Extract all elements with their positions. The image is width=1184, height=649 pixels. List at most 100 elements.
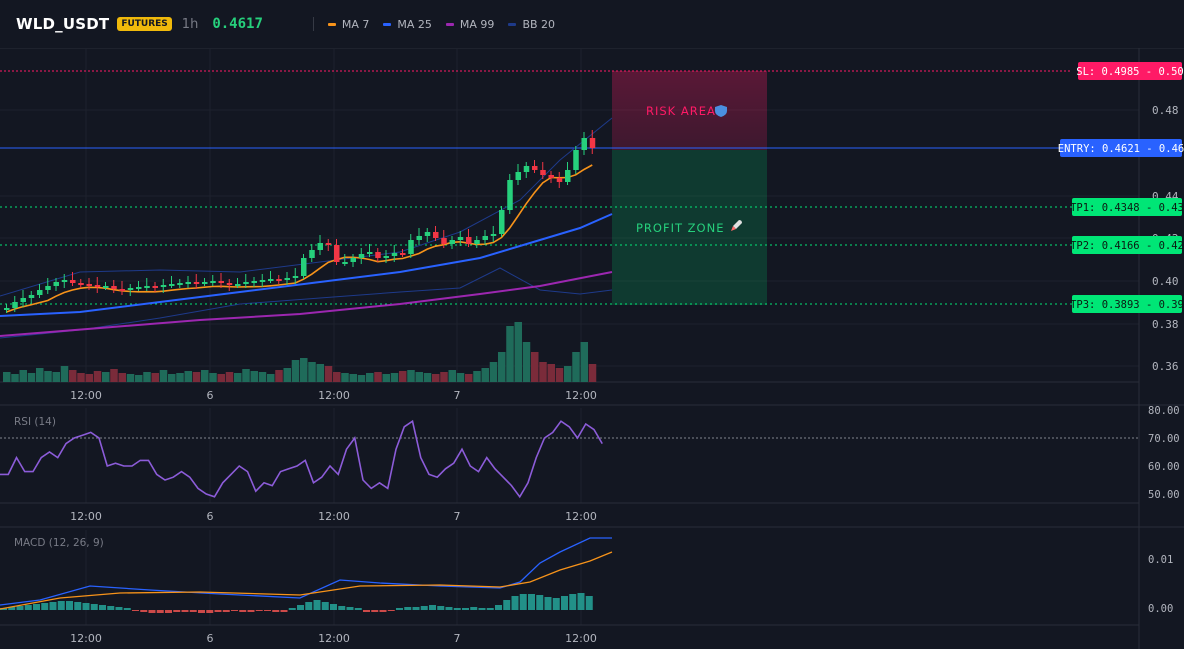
volume-bar [201,370,209,382]
volume-bar [481,368,489,382]
tp1-price-label[interactable]: TP1: 0.4348 - 0.43 [1070,198,1184,216]
price-tick: 0.36 [1152,360,1179,373]
macd-axis: 0.01 0.00 [1148,554,1173,615]
macd-bar [453,608,461,610]
candle-body [325,243,332,245]
candle-body [70,280,76,283]
tp3-label-text: TP3: 0.3893 - 0.39 [1070,299,1184,311]
candle-body [103,286,109,288]
volume-bar [275,370,283,382]
volume-bar [522,342,531,382]
macd-bar [585,596,593,610]
volume-bar [390,373,399,382]
candle-body [86,284,92,286]
macd-bar [222,610,230,612]
macd-bar [57,601,65,610]
macd-bar [214,610,222,612]
volume-bar [580,342,588,382]
macd-bar [173,610,181,612]
time-tick: 12:00 [565,632,597,645]
candle-body [383,256,389,258]
candle-body [136,287,142,289]
candle-body [251,281,257,283]
entry-label-text: ENTRY: 0.4621 - 0.46 [1058,143,1184,155]
volume-bar [564,366,572,382]
entry-price-label[interactable]: ENTRY: 0.4621 - 0.46 [1058,139,1184,157]
sl-price-label[interactable]: SL: 0.4985 - 0.50 [1076,62,1184,80]
candle-body [342,262,348,264]
candle-body [268,279,274,281]
macd-bar [41,603,49,610]
candle-body [144,286,150,288]
volume-bar [250,371,258,382]
volume-bar [69,370,77,382]
volume-bar [110,369,118,382]
candle-body [499,210,505,234]
time-axis-macd: 12:00 6 12:00 7 12:00 [70,632,597,645]
candle-body [466,237,472,244]
candle-body [301,258,307,276]
macd-bar [528,594,535,610]
macd-bar [363,610,370,612]
candle-body [416,236,422,240]
volume-bar [357,375,366,382]
rsi-line[interactable] [0,419,603,499]
tp3-price-label[interactable]: TP3: 0.3893 - 0.39 [1070,295,1184,313]
macd-bar [486,608,494,610]
macd-bar [82,603,90,610]
volume-bar [432,374,440,382]
time-tick: 12:00 [70,389,102,402]
volume-bar [151,373,159,382]
macd-bar [470,607,478,610]
volume-bar [192,372,201,382]
candle-body [515,172,521,180]
macd-tick: 0.01 [1148,554,1173,566]
sl-label-text: SL: 0.4985 - 0.50 [1076,66,1183,78]
macd-bar [123,608,131,610]
candle-body [226,283,233,285]
time-tick: 7 [454,510,461,523]
macd-bar [264,610,271,611]
macd-bar [297,605,304,610]
macd-bar [99,605,106,610]
macd-bar [330,604,337,610]
volume-bar [366,373,374,382]
time-axis-rsi: 12:00 6 12:00 7 12:00 [70,510,597,523]
candle-body [152,286,158,288]
tp2-price-label[interactable]: TP2: 0.4166 - 0.42 [1070,236,1184,254]
grid-lines [0,48,1139,626]
candle-body [548,175,554,178]
volume-bar [118,373,126,382]
trading-chart-app: WLD_USDT FUTURES 1h 0.4617 MA 7 MA 25 MA… [0,0,1184,649]
volume-bar [143,372,151,382]
macd-bar [536,595,544,610]
macd-tick: 0.00 [1148,603,1173,615]
macd-bar [387,610,395,611]
time-axis-main: 12:00 6 12:00 7 12:00 [70,389,597,402]
moving-averages [0,164,613,337]
time-tick: 12:00 [318,632,350,645]
macd-bar [577,593,585,610]
volume-bar [102,372,110,382]
candle-body [589,138,596,148]
volume-bar [36,368,44,382]
volume-bar [539,362,547,382]
volume-bar [407,370,415,382]
candle-body [350,258,356,262]
volume-bar [11,374,19,382]
candle-body [556,178,563,182]
volume-bar [465,374,473,382]
rsi-tick: 60.00 [1148,461,1180,473]
candle-body [4,308,10,310]
candle-body [12,302,18,308]
candle-body [424,232,431,236]
volume-bar [267,374,275,382]
chart-canvas[interactable]: RISK AREA PROFIT ZONE 0.48 0.44 0.42 0.4… [0,0,1184,649]
candle-body [375,252,381,258]
macd-bar [165,610,172,613]
candle-body [78,283,84,285]
macd-bar [503,600,511,610]
volume-bar [333,372,341,382]
macd-bar [396,608,403,610]
candle-body [457,237,464,240]
